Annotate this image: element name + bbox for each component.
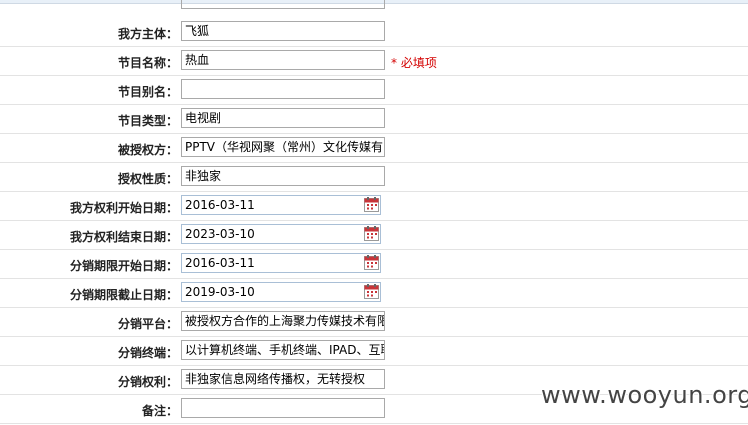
row-our-entity: 我方主体： 飞狐 bbox=[0, 17, 748, 47]
licensee-label: 被授权方： bbox=[117, 143, 178, 157]
distribution-start-date-input[interactable]: 2016-03-11 bbox=[181, 253, 381, 273]
row-distribution-terminal: 分销终端： 以计算机终端、手机终端、IPAD、互联 bbox=[0, 336, 748, 366]
calendar-icon[interactable] bbox=[364, 197, 379, 212]
distribution-rights-label: 分销权利： bbox=[117, 375, 178, 389]
row-rights-start: 我方权利开始日期： 2016-03-11 bbox=[0, 191, 748, 221]
row-program-name: 节目名称： 热血 * 必填项 bbox=[0, 46, 748, 76]
our-entity-input[interactable]: 飞狐 bbox=[181, 21, 385, 41]
rights-end-date-input[interactable]: 2023-03-10 bbox=[181, 224, 381, 244]
distribution-terminal-input[interactable]: 以计算机终端、手机终端、IPAD、互联 bbox=[181, 340, 385, 360]
calendar-icon[interactable] bbox=[364, 226, 379, 241]
distribution-end-label: 分销期限截止日期： bbox=[69, 288, 178, 302]
row-program-alias: 节目别名： bbox=[0, 75, 748, 105]
watermark: www.wooyun.org bbox=[541, 381, 748, 409]
license-nature-input[interactable]: 非独家 bbox=[181, 166, 385, 186]
program-name-label: 节目名称： bbox=[117, 56, 178, 70]
row-rights-end: 我方权利结束日期： 2023-03-10 bbox=[0, 220, 748, 250]
distribution-platform-input[interactable]: 被授权方合作的上海聚力传媒技术有限 bbox=[181, 311, 385, 331]
license-nature-label: 授权性质： bbox=[117, 172, 178, 186]
required-hint: * 必填项 bbox=[391, 56, 437, 70]
our-entity-label: 我方主体： bbox=[117, 27, 178, 41]
licensee-input[interactable]: PPTV（华视网聚（常州）文化传媒有限 bbox=[181, 137, 385, 157]
previous-field-edge bbox=[181, 0, 385, 9]
row-license-nature: 授权性质： 非独家 bbox=[0, 162, 748, 192]
program-alias-input[interactable] bbox=[181, 79, 385, 99]
calendar-icon[interactable] bbox=[364, 284, 379, 299]
row-distribution-platform: 分销平台： 被授权方合作的上海聚力传媒技术有限 bbox=[0, 307, 748, 337]
row-distribution-start: 分销期限开始日期： 2016-03-11 bbox=[0, 249, 748, 279]
row-licensee: 被授权方： PPTV（华视网聚（常州）文化传媒有限 bbox=[0, 133, 748, 163]
distribution-start-label: 分销期限开始日期： bbox=[69, 259, 178, 273]
distribution-rights-input[interactable]: 非独家信息网络传播权，无转授权 bbox=[181, 369, 385, 389]
program-alias-label: 节目别名： bbox=[117, 85, 178, 99]
program-type-input[interactable]: 电视剧 bbox=[181, 108, 385, 128]
remarks-label: 备注： bbox=[141, 404, 178, 418]
program-type-label: 节目类型： bbox=[117, 114, 178, 128]
distribution-terminal-label: 分销终端： bbox=[117, 346, 178, 360]
distribution-platform-label: 分销平台： bbox=[117, 317, 178, 331]
row-program-type: 节目类型： 电视剧 bbox=[0, 104, 748, 134]
remarks-input[interactable] bbox=[181, 398, 385, 418]
rights-end-label: 我方权利结束日期： bbox=[69, 230, 178, 244]
rights-start-date-input[interactable]: 2016-03-11 bbox=[181, 195, 381, 215]
rights-start-label: 我方权利开始日期： bbox=[69, 201, 178, 215]
calendar-icon[interactable] bbox=[364, 255, 379, 270]
row-distribution-end: 分销期限截止日期： 2019-03-10 bbox=[0, 278, 748, 308]
program-name-input[interactable]: 热血 bbox=[181, 50, 385, 70]
distribution-end-date-input[interactable]: 2019-03-10 bbox=[181, 282, 381, 302]
